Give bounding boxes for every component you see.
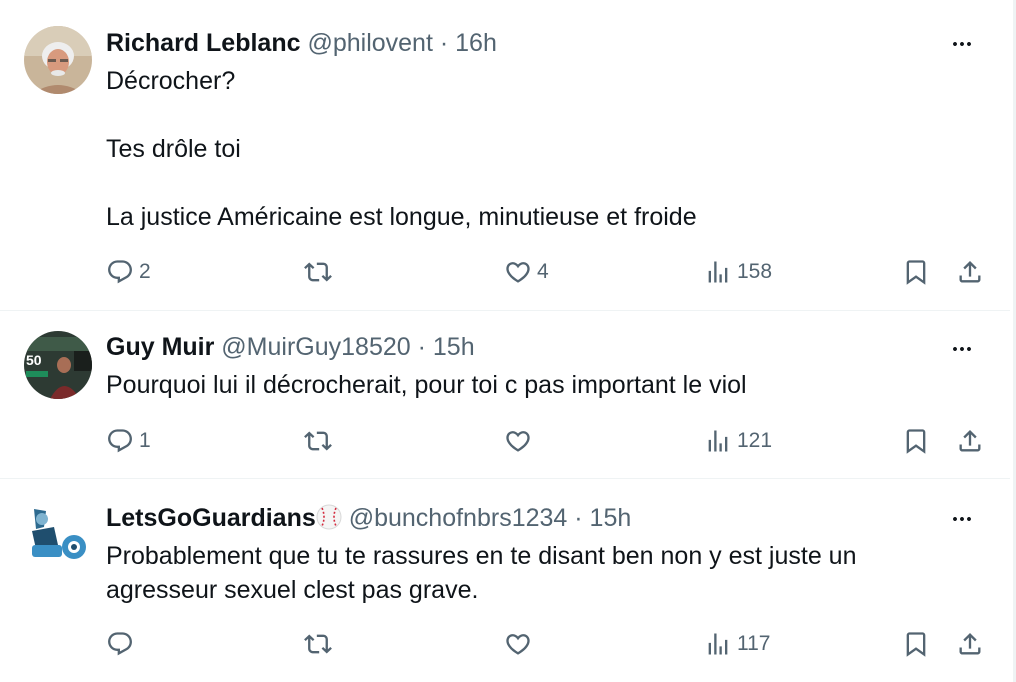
reply-thread: Richard Leblanc @philovent · 16h Décroch… <box>0 0 1016 682</box>
like-button[interactable] <box>504 624 537 664</box>
timestamp[interactable]: 15h <box>590 504 632 532</box>
handle[interactable]: @bunchofnbrs1234 <box>349 504 568 532</box>
reply-button[interactable] <box>106 624 139 664</box>
avatar[interactable] <box>24 501 92 569</box>
portrait-photo-icon <box>24 26 92 94</box>
tweet-paragraph: Décrocher? <box>106 67 236 95</box>
handle[interactable]: @MuirGuy18520 <box>221 333 410 361</box>
share-button[interactable] <box>956 624 984 664</box>
tweet-letsgoguardians[interactable]: LetsGoGuardians @bunchofnbrs1234 · 15h P… <box>0 479 1010 682</box>
tweet-guy-muir[interactable]: 50 Guy Muir @MuirGuy18520 · 15h Pourquoi… <box>0 311 1010 479</box>
svg-text:50: 50 <box>26 352 42 368</box>
separator: · <box>574 504 583 532</box>
handle[interactable]: @philovent <box>307 29 432 57</box>
share-icon <box>956 630 984 658</box>
display-name[interactable]: Richard Leblanc <box>106 29 301 57</box>
more-options-icon[interactable] <box>946 32 978 56</box>
action-bar: 117 <box>106 624 980 664</box>
retweet-button[interactable] <box>304 421 337 461</box>
tweet-text: Probablement que tu te rassures en te di… <box>106 539 970 607</box>
reply-icon <box>106 630 134 658</box>
separator: · <box>439 29 449 57</box>
tweet-text: Décrocher? Tes drôle toi La justice Amér… <box>106 64 970 234</box>
tweet-richard-leblanc[interactable]: Richard Leblanc @philovent · 16h Décroch… <box>0 0 1010 311</box>
bookmark-button[interactable] <box>902 252 930 292</box>
bookmark-button[interactable] <box>902 421 930 461</box>
views-chart-icon <box>704 427 732 455</box>
tweet-paragraph: Pourquoi lui il décrocherait, pour toi c… <box>106 371 747 399</box>
views-chart-icon <box>704 630 732 658</box>
event-photo-icon: 50 <box>24 331 92 399</box>
like-button[interactable] <box>504 421 537 461</box>
tweet-paragraph: Tes drôle toi <box>106 135 241 163</box>
views-chart-icon <box>704 258 732 286</box>
more-options-icon[interactable] <box>946 337 978 361</box>
views-count: 158 <box>737 260 773 283</box>
display-name[interactable]: Guy Muir <box>106 333 214 361</box>
retweet-button[interactable] <box>304 624 337 664</box>
views-count: 121 <box>737 429 773 452</box>
action-bar: 2 4 158 <box>106 252 980 292</box>
like-count: 4 <box>537 260 549 283</box>
timestamp[interactable]: 15h <box>433 333 475 361</box>
tweet-header: Richard Leblanc @philovent · 16h <box>106 28 970 58</box>
heart-icon <box>504 258 532 286</box>
heart-icon <box>504 427 532 455</box>
guardians-logo-icon <box>24 501 92 569</box>
separator: · <box>417 333 426 361</box>
retweet-icon <box>304 630 332 658</box>
bookmark-button[interactable] <box>902 624 930 664</box>
avatar[interactable]: 50 <box>24 331 92 399</box>
bookmark-icon <box>902 258 930 286</box>
share-icon <box>956 427 984 455</box>
reply-icon <box>106 258 134 286</box>
retweet-icon <box>304 258 332 286</box>
tweet-header: LetsGoGuardians @bunchofnbrs1234 · 15h <box>106 503 970 533</box>
reply-button[interactable]: 2 <box>106 252 151 292</box>
reply-icon <box>106 427 134 455</box>
retweet-button[interactable] <box>304 252 337 292</box>
share-button[interactable] <box>956 421 984 461</box>
tweet-paragraph: La justice Américaine est longue, minuti… <box>106 203 697 231</box>
share-button[interactable] <box>956 252 984 292</box>
tweet-text: Pourquoi lui il décrocherait, pour toi c… <box>106 368 970 402</box>
views-button[interactable]: 117 <box>704 624 770 664</box>
bookmark-icon <box>902 427 930 455</box>
tweet-paragraph: Probablement que tu te rassures en te di… <box>106 542 857 604</box>
action-bar: 1 121 <box>106 421 980 461</box>
views-button[interactable]: 158 <box>704 252 772 292</box>
avatar[interactable] <box>24 26 92 94</box>
bookmark-icon <box>902 630 930 658</box>
timestamp[interactable]: 16h <box>455 29 497 57</box>
share-icon <box>956 258 984 286</box>
reply-button[interactable]: 1 <box>106 421 151 461</box>
tweet-header: Guy Muir @MuirGuy18520 · 15h <box>106 332 970 362</box>
baseball-emoji-icon <box>316 504 342 532</box>
retweet-icon <box>304 427 332 455</box>
views-count: 117 <box>737 632 771 655</box>
more-options-icon[interactable] <box>946 507 978 531</box>
display-name[interactable]: LetsGoGuardians <box>106 504 316 532</box>
heart-icon <box>504 630 532 658</box>
like-button[interactable]: 4 <box>504 252 549 292</box>
reply-count: 2 <box>139 260 151 283</box>
reply-count: 1 <box>139 429 151 452</box>
views-button[interactable]: 121 <box>704 421 772 461</box>
